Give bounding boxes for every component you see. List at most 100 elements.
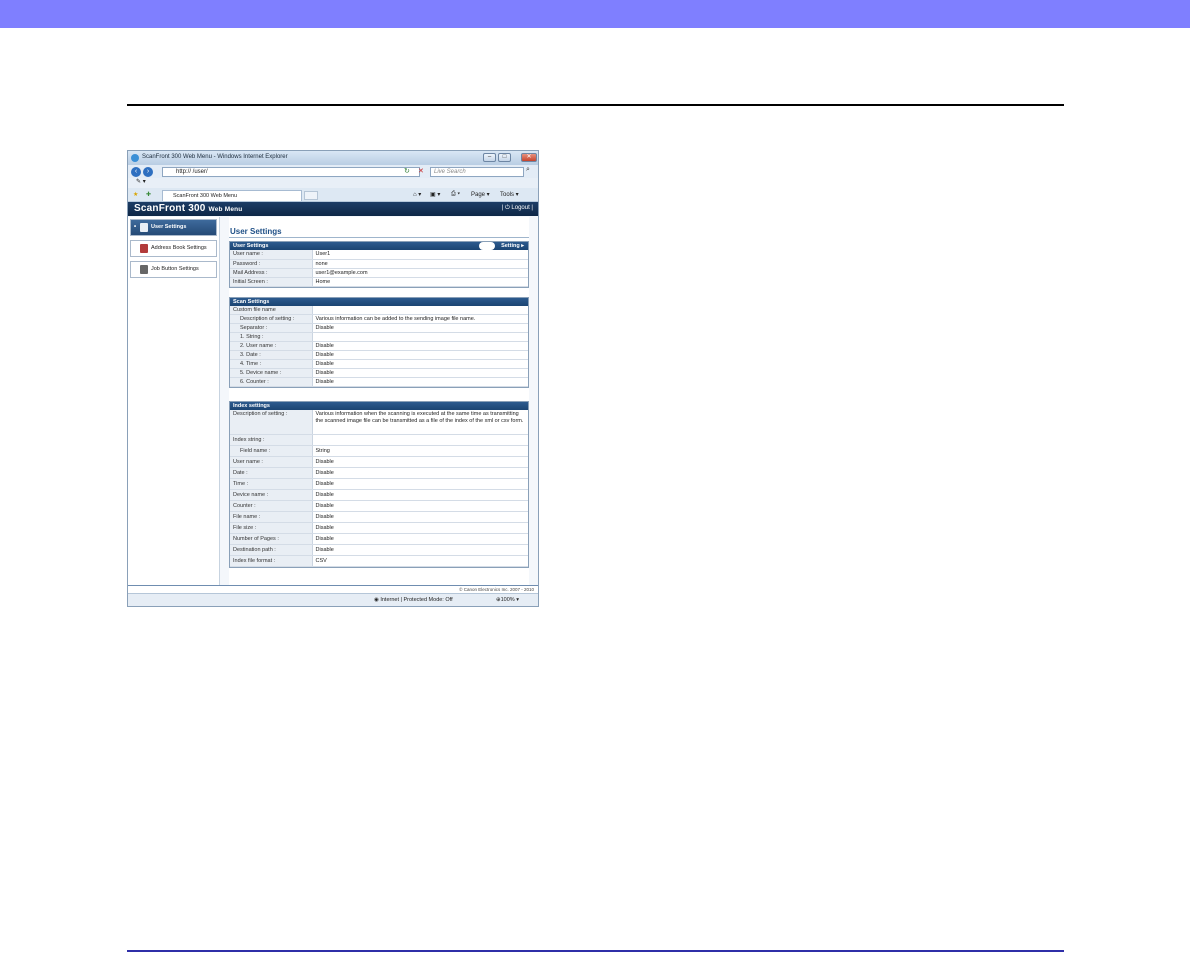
table-row: 5. Device name : Disable (230, 368, 528, 378)
row-key: Password : (230, 259, 313, 269)
row-key: Description of setting : (230, 314, 313, 324)
zoom-control[interactable]: ⊕100% ▾ (496, 594, 519, 606)
new-tab-button[interactable] (304, 191, 318, 200)
sidebar: • User Settings Address Book Settings Jo… (128, 217, 220, 585)
index-settings-section: Index settings Description of setting : … (229, 401, 529, 568)
row-value: Disable (312, 467, 528, 479)
row-value: Disable (312, 533, 528, 545)
address-row: ‹ › http:// /user/ ↻ ✕ Live Search ⌕ (128, 165, 538, 178)
table-row: 3. Date : Disable (230, 350, 528, 360)
row-key: 4. Time : (230, 359, 313, 369)
status-bar: ◉ Internet | Protected Mode: Off ⊕100% ▾ (128, 593, 538, 606)
search-icon[interactable]: ⌕ (526, 166, 530, 174)
row-value: User1 (312, 250, 528, 260)
row-key: Initial Screen : (230, 277, 313, 287)
row-key: Mail Address : (230, 268, 313, 278)
section-header: User Settings Setting ▸ (230, 242, 528, 250)
row-key: 2. User name : (230, 341, 313, 351)
bottom-rule (127, 950, 1064, 952)
bullet-icon: • (134, 224, 137, 230)
section-header: Scan Settings (230, 297, 528, 306)
row-key: Description of setting : (230, 410, 313, 435)
tools-menu[interactable]: Tools ▾ (500, 191, 519, 198)
table-row: Counter : Disable (230, 500, 528, 512)
refresh-icon[interactable]: ↻ (404, 167, 410, 175)
globe-icon: ◉ (374, 597, 379, 603)
table-row: Separator : Disable (230, 323, 528, 333)
table-row: 4. Time : Disable (230, 359, 528, 369)
close-button[interactable]: ✕ (521, 153, 537, 162)
row-key: 1. String : (230, 332, 313, 342)
favorites-bar-icon[interactable]: ✎ ▾ (136, 178, 146, 185)
add-favorites-icon[interactable]: ✚ (146, 191, 151, 198)
app-header: ScanFront 300 Web Menu | ⏻ Logout | (128, 202, 538, 216)
row-key: User name : (230, 456, 313, 468)
sidebar-item-job-button[interactable]: Job Button Settings (130, 261, 217, 278)
page-title: User Settings (229, 227, 529, 238)
browser-window: ScanFront 300 Web Menu - Windows Interne… (127, 150, 539, 607)
row-value: Disable (312, 522, 528, 534)
table-row: Date : Disable (230, 467, 528, 479)
table-row: Custom file name (230, 305, 528, 315)
row-key: File size : (230, 522, 313, 534)
stop-icon[interactable]: ✕ (418, 167, 424, 175)
row-value: Disable (312, 368, 528, 378)
row-key: Index file format : (230, 555, 313, 567)
minimize-button[interactable]: – (483, 153, 496, 162)
table-row: Field name : String (230, 445, 528, 457)
address-book-icon (140, 244, 148, 253)
table-row: User name : User1 (230, 250, 528, 260)
setting-link[interactable]: Setting ▸ (501, 242, 524, 250)
user-settings-section: User Settings Setting ▸ User name : User1… (229, 241, 529, 288)
search-input[interactable]: Live Search (430, 167, 524, 177)
row-value: Disable (312, 478, 528, 490)
main-content: User Settings User Settings Setting ▸ Us… (229, 217, 529, 585)
row-value (312, 434, 528, 446)
page-menu[interactable]: Page ▾ (471, 191, 490, 198)
row-value: CSV (312, 555, 528, 567)
table-row: 1. String : (230, 332, 528, 342)
table-row: Description of setting : Various informa… (230, 410, 528, 435)
command-row: ✎ ▾ (128, 178, 538, 188)
favorites-star-icon[interactable]: ★ (133, 191, 138, 198)
print-icon[interactable]: ⎙ ▾ (451, 191, 460, 198)
tab-row: ★ ✚ ScanFront 300 Web Menu ⌂ ▾ ▣ ▾ ⎙ ▾ P… (128, 188, 538, 202)
table-row: File name : Disable (230, 511, 528, 523)
feeds-icon[interactable]: ▣ ▾ (430, 191, 440, 198)
row-key: Device name : (230, 489, 313, 501)
table-row: File size : Disable (230, 522, 528, 534)
table-row: Password : none (230, 259, 528, 269)
sidebar-item-user-settings[interactable]: • User Settings (130, 219, 217, 236)
logout-link[interactable]: | ⏻ Logout | (502, 205, 533, 212)
back-icon[interactable]: ‹ (131, 167, 141, 177)
section-header: Index settings (230, 402, 528, 410)
scan-settings-table: Custom file name Description of setting :… (230, 305, 528, 387)
row-key: Destination path : (230, 544, 313, 556)
copyright: © Canon Electronics Inc. 2007 - 2010 (128, 585, 538, 593)
window-title: ScanFront 300 Web Menu - Windows Interne… (142, 154, 288, 160)
row-key: Counter : (230, 500, 313, 512)
logout-icon: ⏻ (504, 205, 510, 211)
row-value: String (312, 445, 528, 457)
row-key: Number of Pages : (230, 533, 313, 545)
row-value: Disable (312, 341, 528, 351)
security-zone[interactable]: ◉ Internet | Protected Mode: Off (374, 594, 453, 606)
title-bar: ScanFront 300 Web Menu - Windows Interne… (128, 151, 538, 165)
row-key: 6. Counter : (230, 377, 313, 387)
row-value: Various information when the scanning is… (312, 410, 528, 435)
user-icon (140, 223, 148, 232)
table-row: Time : Disable (230, 478, 528, 490)
row-key: Index string : (230, 434, 313, 446)
row-value: Disable (312, 456, 528, 468)
home-icon[interactable]: ⌂ ▾ (413, 191, 421, 198)
row-value: Disable (312, 323, 528, 333)
address-bar[interactable]: http:// /user/ (162, 167, 420, 177)
sidebar-item-address-book[interactable]: Address Book Settings (130, 240, 217, 257)
row-value: Disable (312, 377, 528, 387)
table-row: Device name : Disable (230, 489, 528, 501)
tab-scanfront[interactable]: ScanFront 300 Web Menu (162, 190, 302, 201)
maximize-button[interactable]: □ (498, 153, 511, 162)
row-value: Disable (312, 500, 528, 512)
row-key: Custom file name (230, 305, 313, 315)
forward-icon[interactable]: › (143, 167, 153, 177)
